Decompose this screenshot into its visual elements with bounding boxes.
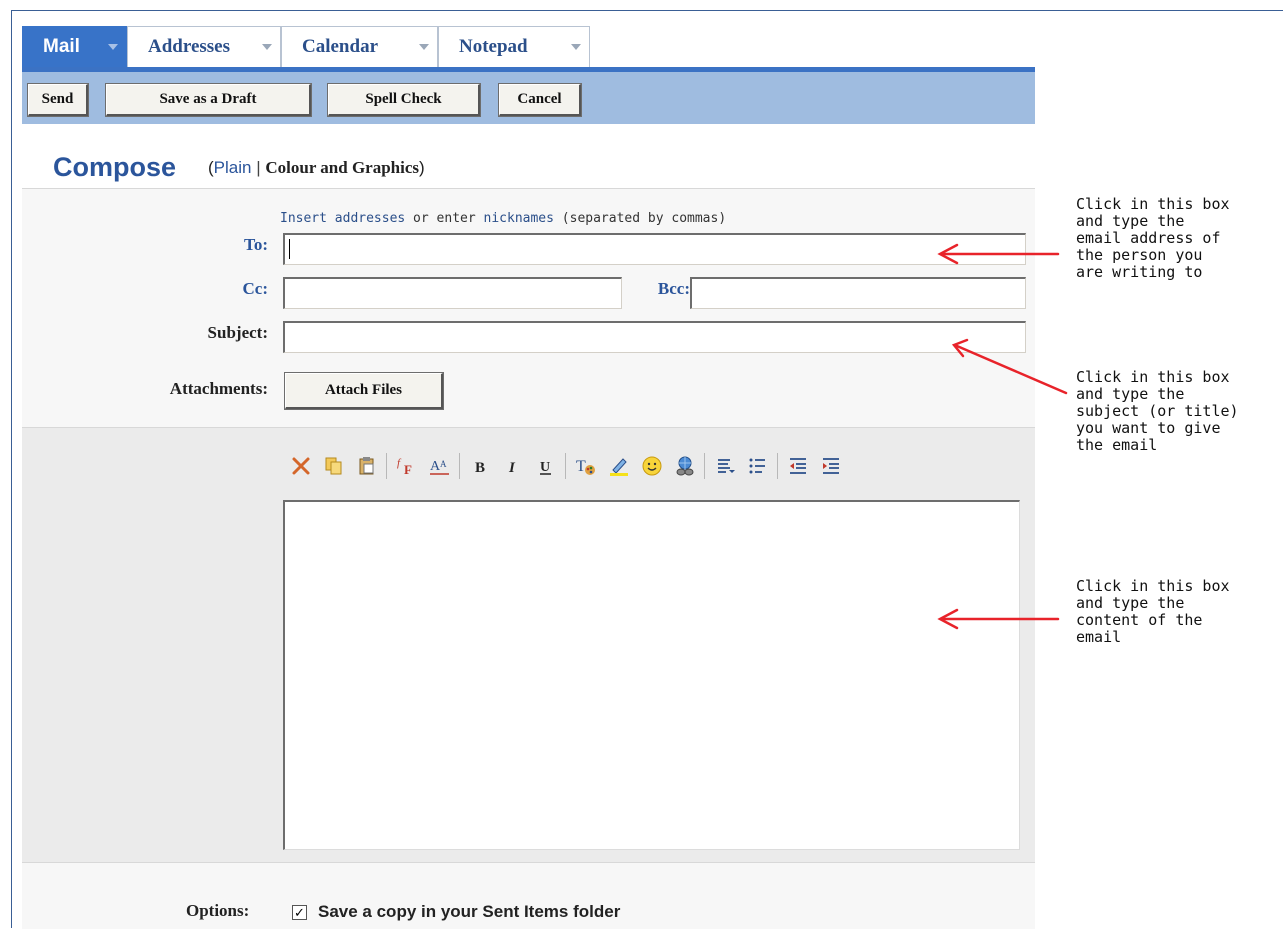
svg-text:A: A [440,459,447,469]
chevron-down-icon[interactable] [571,44,581,50]
cc-label: Cc: [242,279,268,298]
toolbar-separator [386,453,387,479]
attachments-label: Attachments: [169,379,268,398]
tab-mail[interactable]: Mail [22,26,127,67]
emoticon-icon[interactable] [638,452,665,480]
svg-text:T: T [576,458,586,475]
editor-toolbar: fF AA B I U T [287,448,850,484]
subject-annotation: Click in this box and type the subject (… [1076,368,1239,454]
svg-text:f: f [397,457,402,469]
highlight-icon[interactable] [605,452,632,480]
save-copy-checkbox[interactable]: ✓ [292,905,307,920]
save-draft-button[interactable]: Save as a Draft [105,83,312,117]
subject-label: Subject: [207,323,268,342]
text-color-icon[interactable]: T [572,452,599,480]
tab-addresses[interactable]: Addresses [127,26,281,67]
spell-check-button[interactable]: Spell Check [327,83,481,117]
toolbar-separator [704,453,705,479]
underline-icon[interactable]: U [532,452,559,480]
tab-calendar[interactable]: Calendar [281,26,438,67]
nicknames-link[interactable]: nicknames [484,211,554,226]
to-label: To: [244,235,268,254]
paren-close: ) [419,158,425,177]
cancel-button[interactable]: Cancel [498,83,582,117]
tab-calendar-label: Calendar [302,36,378,57]
tab-notepad-label: Notepad [459,36,528,57]
cc-input[interactable] [283,277,622,309]
font-size-icon[interactable]: AA [426,452,453,480]
save-copy-label[interactable]: Save a copy in your Sent Items folder [318,902,620,922]
address-hint: Insert addresses or enter nicknames (sep… [280,211,726,226]
chevron-down-icon[interactable] [419,44,429,50]
page-title: Compose [53,152,177,182]
tab-mail-label: Mail [43,36,80,57]
copy-icon[interactable] [320,452,347,480]
send-button[interactable]: Send [27,83,89,117]
paste-icon[interactable] [353,452,380,480]
svg-text:I: I [508,460,516,476]
bullet-list-icon[interactable] [744,452,771,480]
to-input[interactable] [283,233,1026,265]
bcc-input[interactable] [690,277,1026,309]
message-body-section: fF AA B I U T [22,427,1035,863]
subject-input[interactable] [283,321,1026,353]
hint-separated-text: (separated by commas) [553,211,727,226]
compose-mode-switch: (Plain | Colour and Graphics) [208,158,425,178]
outdent-icon[interactable] [784,452,811,480]
tab-notepad[interactable]: Notepad [438,26,590,67]
attach-files-button[interactable]: Attach Files [284,372,444,410]
cut-icon[interactable] [287,452,314,480]
toolbar-separator [459,453,460,479]
toolbar-separator [565,453,566,479]
options-label: Options: [186,901,250,920]
italic-icon[interactable]: I [499,452,526,480]
compose-toolbar: Send Save as a Draft Spell Check Cancel [22,72,1035,124]
align-icon[interactable] [711,452,738,480]
tab-addresses-label: Addresses [148,36,230,57]
plain-mode-link[interactable]: Plain [214,158,252,177]
link-icon[interactable] [671,452,698,480]
options-section: Options: ✓ Save a copy in your Sent Item… [22,862,1035,929]
colour-graphics-mode[interactable]: Colour and Graphics [265,158,419,177]
message-body-editor[interactable] [283,500,1020,850]
toolbar-separator [777,453,778,479]
svg-text:U: U [540,460,550,475]
bold-icon[interactable]: B [466,452,493,480]
text-caret [289,239,290,259]
address-section: Insert addresses or enter nicknames (sep… [22,189,1035,427]
svg-text:F: F [404,462,412,477]
body-annotation: Click in this box and type the content o… [1076,577,1230,646]
font-icon[interactable]: fF [393,452,420,480]
indent-icon[interactable] [817,452,844,480]
mode-separator: | [251,158,266,177]
chevron-down-icon[interactable] [262,44,272,50]
svg-text:B: B [475,460,485,476]
compose-header: Compose (Plain | Colour and Graphics) [22,124,1035,189]
insert-addresses-link[interactable]: Insert addresses [280,211,405,226]
mail-app: Mail Addresses Calendar Notepad Send Sav… [22,26,1035,929]
chevron-down-icon[interactable] [108,44,118,50]
hint-or-text: or enter [405,211,484,226]
bcc-label: Bcc: [657,279,690,298]
to-annotation: Click in this box and type the email add… [1076,195,1230,281]
